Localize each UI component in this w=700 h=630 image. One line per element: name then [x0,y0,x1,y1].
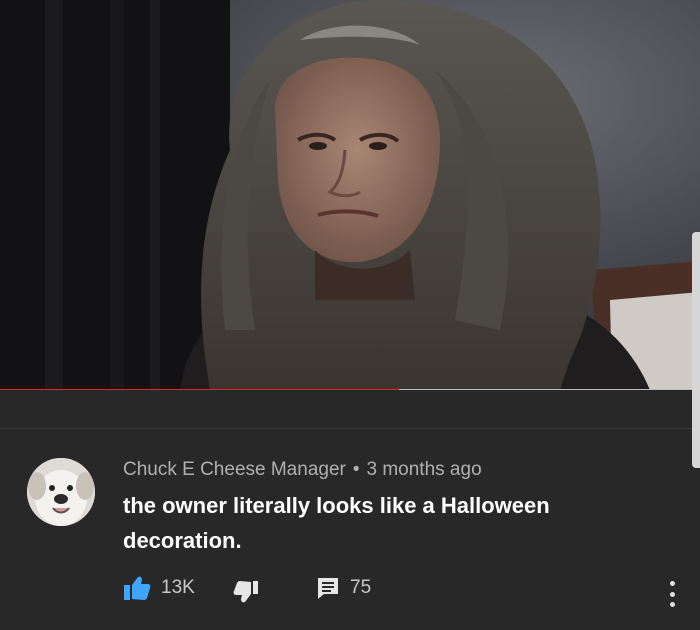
section-divider [0,428,700,429]
dislike-button[interactable] [233,580,259,604]
thumbs-up-icon [124,576,151,600]
comment-actions: 13K 75 [0,575,700,611]
dog-avatar-icon [27,458,95,526]
more-vert-icon [669,581,675,586]
like-count: 13K [161,577,195,598]
comment-text: the owner literally looks like a Hallowe… [123,493,550,553]
more-vert-icon-dot [669,602,675,607]
more-vert-icon-dot [669,591,675,597]
meta-separator: • [352,459,360,480]
avatar[interactable] [27,458,95,526]
video-progress-played [0,389,399,390]
comment-icon [318,578,338,599]
video-progress-bar[interactable] [0,389,700,390]
reply-count: 75 [350,577,372,598]
comment-timestamp: 3 months ago [366,459,482,480]
more-options-button[interactable] [668,581,676,607]
reply-button[interactable]: 75 [316,575,371,601]
scrollbar[interactable] [692,232,700,468]
like-button[interactable]: 13K [123,575,195,601]
comment-meta: Chuck E Cheese Manager • 3 months ago [123,459,482,481]
comment-author[interactable]: Chuck E Cheese Manager [123,459,346,480]
video-player[interactable] [0,0,700,390]
video-frame [0,0,700,390]
thumbs-down-icon [233,581,258,603]
